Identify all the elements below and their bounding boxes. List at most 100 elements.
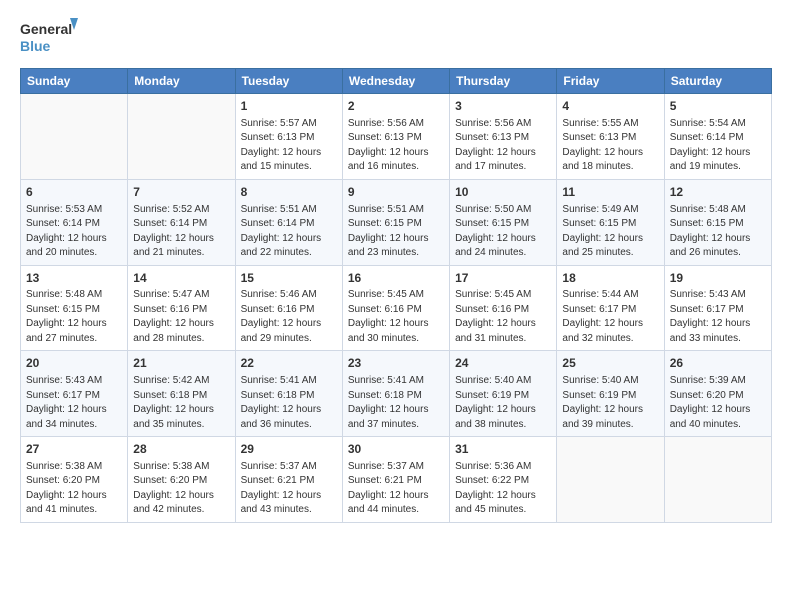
day-info: Sunrise: 5:45 AM Sunset: 6:16 PM Dayligh… (455, 288, 551, 346)
day-number: 25 (562, 355, 658, 372)
calendar-day-header: Monday (128, 69, 235, 94)
calendar-cell: 7Sunrise: 5:52 AM Sunset: 6:14 PM Daylig… (128, 179, 235, 265)
logo-svg: General Blue (20, 16, 82, 58)
day-info: Sunrise: 5:43 AM Sunset: 6:17 PM Dayligh… (26, 374, 122, 432)
calendar-cell: 23 Sunrise: 5:41 AM Sunset: 6:18 PM Dayli… (342, 351, 449, 437)
day-info: Sunrise: 5:42 AM Sunset: 6:18 PM Dayligh… (133, 374, 229, 432)
calendar: SundayMondayTuesdayWednesdayThursdayFrid… (20, 68, 772, 523)
calendar-cell (664, 437, 771, 523)
calendar-day-header: Wednesday (342, 69, 449, 94)
day-number: 9 (348, 184, 444, 201)
calendar-cell: 24 Sunrise: 5:40 AM Sunset: 6:19 PM Dayli… (450, 351, 557, 437)
calendar-cell: 11 Sunrise: 5:49 AM Sunset: 6:15 PM Dayli… (557, 179, 664, 265)
day-info: Sunrise: 5:53 AM Sunset: 6:14 PM Dayligh… (26, 203, 122, 261)
day-number: 27 (26, 441, 122, 458)
calendar-header-row: SundayMondayTuesdayWednesdayThursdayFrid… (21, 69, 772, 94)
day-info: Sunrise: 5:48 AM Sunset: 6:15 PM Dayligh… (26, 288, 122, 346)
day-number: 23 (348, 355, 444, 372)
calendar-cell: 6 Sunrise: 5:53 AM Sunset: 6:14 PM Daylig… (21, 179, 128, 265)
calendar-cell: 5Sunrise: 5:54 AM Sunset: 6:14 PM Daylig… (664, 94, 771, 180)
calendar-cell: 20 Sunrise: 5:43 AM Sunset: 6:17 PM Dayli… (21, 351, 128, 437)
calendar-cell: 28 Sunrise: 5:38 AM Sunset: 6:20 PM Dayli… (128, 437, 235, 523)
calendar-cell: 29 Sunrise: 5:37 AM Sunset: 6:21 PM Dayli… (235, 437, 342, 523)
day-number: 11 (562, 184, 658, 201)
day-number: 30 (348, 441, 444, 458)
calendar-cell: 9 Sunrise: 5:51 AM Sunset: 6:15 PM Daylig… (342, 179, 449, 265)
day-info: Sunrise: 5:55 AM Sunset: 6:13 PM Dayligh… (562, 117, 658, 175)
calendar-cell: 17Sunrise: 5:45 AM Sunset: 6:16 PM Dayli… (450, 265, 557, 351)
day-info: Sunrise: 5:40 AM Sunset: 6:19 PM Dayligh… (455, 374, 551, 432)
day-info: Sunrise: 5:37 AM Sunset: 6:21 PM Dayligh… (241, 460, 337, 518)
day-number: 26 (670, 355, 766, 372)
calendar-cell (128, 94, 235, 180)
day-info: Sunrise: 5:47 AM Sunset: 6:16 PM Dayligh… (133, 288, 229, 346)
calendar-week-row: 6 Sunrise: 5:53 AM Sunset: 6:14 PM Daylig… (21, 179, 772, 265)
header: General Blue (20, 16, 772, 58)
day-info: Sunrise: 5:39 AM Sunset: 6:20 PM Dayligh… (670, 374, 766, 432)
day-number: 24 (455, 355, 551, 372)
day-number: 2 (348, 98, 444, 115)
calendar-cell: 3 Sunrise: 5:56 AM Sunset: 6:13 PM Daylig… (450, 94, 557, 180)
day-number: 1 (241, 98, 337, 115)
calendar-cell: 25 Sunrise: 5:40 AM Sunset: 6:19 PM Dayli… (557, 351, 664, 437)
day-info: Sunrise: 5:49 AM Sunset: 6:15 PM Dayligh… (562, 203, 658, 261)
day-info: Sunrise: 5:57 AM Sunset: 6:13 PM Dayligh… (241, 117, 337, 175)
calendar-week-row: 27 Sunrise: 5:38 AM Sunset: 6:20 PM Dayli… (21, 437, 772, 523)
calendar-cell: 21Sunrise: 5:42 AM Sunset: 6:18 PM Dayli… (128, 351, 235, 437)
calendar-cell: 26 Sunrise: 5:39 AM Sunset: 6:20 PM Dayli… (664, 351, 771, 437)
day-number: 20 (26, 355, 122, 372)
day-info: Sunrise: 5:38 AM Sunset: 6:20 PM Dayligh… (133, 460, 229, 518)
day-info: Sunrise: 5:46 AM Sunset: 6:16 PM Dayligh… (241, 288, 337, 346)
day-number: 13 (26, 270, 122, 287)
calendar-day-header: Friday (557, 69, 664, 94)
logo: General Blue (20, 16, 84, 58)
svg-text:Blue: Blue (20, 38, 51, 54)
day-info: Sunrise: 5:50 AM Sunset: 6:15 PM Dayligh… (455, 203, 551, 261)
calendar-cell: 18Sunrise: 5:44 AM Sunset: 6:17 PM Dayli… (557, 265, 664, 351)
day-number: 3 (455, 98, 551, 115)
calendar-cell: 4 Sunrise: 5:55 AM Sunset: 6:13 PM Daylig… (557, 94, 664, 180)
day-info: Sunrise: 5:51 AM Sunset: 6:15 PM Dayligh… (348, 203, 444, 261)
svg-text:General: General (20, 21, 72, 37)
calendar-cell: 14Sunrise: 5:47 AM Sunset: 6:16 PM Dayli… (128, 265, 235, 351)
day-number: 22 (241, 355, 337, 372)
day-info: Sunrise: 5:56 AM Sunset: 6:13 PM Dayligh… (455, 117, 551, 175)
day-info: Sunrise: 5:41 AM Sunset: 6:18 PM Dayligh… (241, 374, 337, 432)
day-number: 16 (348, 270, 444, 287)
day-number: 31 (455, 441, 551, 458)
calendar-day-header: Saturday (664, 69, 771, 94)
calendar-day-header: Sunday (21, 69, 128, 94)
page: General Blue SundayMondayTuesdayWednesda… (0, 0, 792, 612)
day-number: 12 (670, 184, 766, 201)
calendar-day-header: Thursday (450, 69, 557, 94)
day-number: 18 (562, 270, 658, 287)
calendar-cell: 10 Sunrise: 5:50 AM Sunset: 6:15 PM Dayli… (450, 179, 557, 265)
calendar-cell: 22 Sunrise: 5:41 AM Sunset: 6:18 PM Dayli… (235, 351, 342, 437)
calendar-cell: 15Sunrise: 5:46 AM Sunset: 6:16 PM Dayli… (235, 265, 342, 351)
calendar-cell: 8Sunrise: 5:51 AM Sunset: 6:14 PM Daylig… (235, 179, 342, 265)
calendar-cell: 13Sunrise: 5:48 AM Sunset: 6:15 PM Dayli… (21, 265, 128, 351)
day-number: 14 (133, 270, 229, 287)
calendar-cell: 12 Sunrise: 5:48 AM Sunset: 6:15 PM Dayli… (664, 179, 771, 265)
calendar-cell (557, 437, 664, 523)
day-info: Sunrise: 5:37 AM Sunset: 6:21 PM Dayligh… (348, 460, 444, 518)
calendar-cell: 19Sunrise: 5:43 AM Sunset: 6:17 PM Dayli… (664, 265, 771, 351)
calendar-cell (21, 94, 128, 180)
day-info: Sunrise: 5:41 AM Sunset: 6:18 PM Dayligh… (348, 374, 444, 432)
day-number: 10 (455, 184, 551, 201)
day-number: 8 (241, 184, 337, 201)
calendar-cell: 30 Sunrise: 5:37 AM Sunset: 6:21 PM Dayli… (342, 437, 449, 523)
day-info: Sunrise: 5:52 AM Sunset: 6:14 PM Dayligh… (133, 203, 229, 261)
day-info: Sunrise: 5:48 AM Sunset: 6:15 PM Dayligh… (670, 203, 766, 261)
day-number: 4 (562, 98, 658, 115)
day-number: 28 (133, 441, 229, 458)
day-number: 5 (670, 98, 766, 115)
calendar-cell: 16Sunrise: 5:45 AM Sunset: 6:16 PM Dayli… (342, 265, 449, 351)
day-number: 17 (455, 270, 551, 287)
day-info: Sunrise: 5:40 AM Sunset: 6:19 PM Dayligh… (562, 374, 658, 432)
calendar-cell: 1 Sunrise: 5:57 AM Sunset: 6:13 PM Daylig… (235, 94, 342, 180)
day-number: 6 (26, 184, 122, 201)
day-info: Sunrise: 5:43 AM Sunset: 6:17 PM Dayligh… (670, 288, 766, 346)
calendar-cell: 2Sunrise: 5:56 AM Sunset: 6:13 PM Daylig… (342, 94, 449, 180)
day-number: 29 (241, 441, 337, 458)
